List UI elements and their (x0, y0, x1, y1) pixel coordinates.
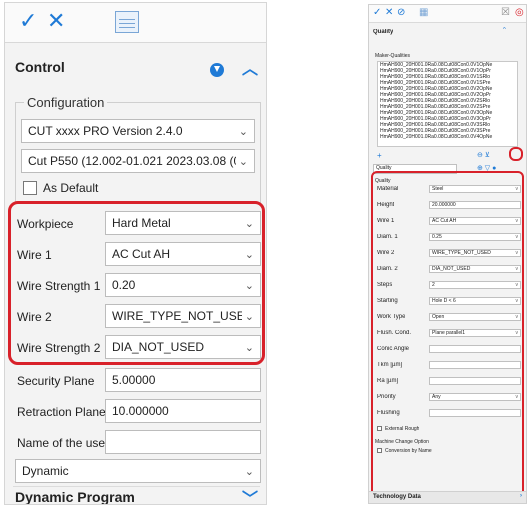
material-label: Material (377, 186, 399, 192)
right-toolbar: ✓ ✕ ⊘ ▦ ☒ ◎ (369, 5, 526, 23)
starting-label: Starting (377, 298, 398, 304)
control-title: Control (15, 59, 65, 75)
control-panel: ✓ ✕ Control ︿ Configuration CUT xxxx PRO… (4, 2, 267, 505)
check-circle-icon[interactable]: ⊘ (397, 7, 405, 18)
quality-title: Quality (373, 29, 394, 35)
grid-icon[interactable]: ▦ (419, 7, 428, 18)
chevron-down-icon: ⌄ (238, 154, 248, 168)
wire2-select[interactable]: WIRE_TYPE_NOT_USED ⌄ (105, 304, 261, 328)
work-type-select[interactable]: Open (429, 313, 521, 321)
configuration-legend: Configuration (27, 95, 105, 110)
external-rough-label: External Rough (385, 426, 420, 432)
conic-angle-label: Conic Angle (377, 346, 410, 352)
highlight-circle (509, 147, 523, 161)
wire-strength2-select[interactable]: DIA_NOT_USED ⌄ (105, 335, 261, 359)
diam2-select[interactable]: DIA_NOT_USED (429, 265, 521, 273)
diam1-select[interactable]: 0.25 (429, 233, 521, 241)
quality-group-legend: Quality (375, 178, 391, 184)
tkm-label: Tkm [µm] (377, 362, 403, 368)
conversion-label: Conversion by Name (385, 448, 432, 454)
workpiece-label: Workpiece (17, 217, 74, 231)
ra-label: Ra [µm] (377, 378, 399, 384)
chevron-down-icon: ⌄ (244, 247, 254, 261)
wire-strength2-label: Wire Strength 2 (17, 341, 101, 355)
list-item[interactable]: HmAH900_20H001.0Ra0.08Cut08Con0.0V4OpNe (378, 134, 517, 140)
add-icon[interactable]: + (377, 151, 382, 160)
grid-icon[interactable] (115, 11, 139, 33)
download-circle-icon[interactable] (209, 63, 224, 78)
left-toolbar: ✓ ✕ (5, 3, 266, 43)
quality-panel: ✓ ✕ ⊘ ▦ ☒ ◎ Quality ^ Maker-Qualities Hm… (368, 4, 527, 504)
flush-cond-select[interactable]: Plane parallel1 (429, 329, 521, 337)
machine-change-legend: Machine Change Option (375, 439, 429, 445)
conversion-checkbox[interactable] (377, 448, 382, 453)
chevron-down-icon[interactable]: ﹀ (242, 485, 258, 504)
chevron-up-icon[interactable]: ^ (503, 27, 506, 33)
wire2-label: Wire 2 (17, 310, 52, 324)
security-plane-input[interactable]: 5.00000 (105, 368, 261, 392)
priority-select[interactable]: Any (429, 393, 521, 401)
diam1-label: Diam. 1 (377, 234, 398, 240)
wire-strength1-select[interactable]: 0.20 ⌄ (105, 273, 261, 297)
wire1-label: Wire 1 (377, 218, 395, 224)
retraction-plane-label: Retraction Plane (17, 405, 106, 419)
close-icon[interactable]: ☒ (501, 7, 510, 18)
chevron-down-icon: ⌄ (244, 309, 254, 323)
security-plane-label: Security Plane (17, 374, 95, 388)
steps-label: Steps (377, 282, 393, 288)
quality-search-input[interactable]: Quality (373, 164, 457, 174)
maker-qualities-list[interactable]: HmAH900_20H001.0Ra0.08Cut08Con0.0V1OpNe … (377, 61, 518, 147)
filter-icon[interactable]: ⊕ ▽ ● (477, 164, 496, 172)
flush-cond-label: Flush. Cond. (377, 330, 412, 336)
ra-input[interactable] (429, 377, 521, 385)
check-icon[interactable]: ✓ (373, 7, 381, 18)
dynamic-program-title: Dynamic Program (15, 489, 135, 505)
chevron-down-icon: ⌄ (244, 278, 254, 292)
chevron-down-icon: ⌄ (244, 216, 254, 230)
material-select[interactable]: Steel (429, 185, 521, 193)
wire2-select[interactable]: WIRE_TYPE_NOT_USED (429, 249, 521, 257)
chevron-down-icon: ⌄ (244, 340, 254, 354)
tkm-input[interactable] (429, 361, 521, 369)
technology-data-header[interactable]: Technology Data › (369, 491, 526, 503)
workpiece-select[interactable]: Hard Metal ⌄ (105, 211, 261, 235)
wire-strength1-label: Wire Strength 1 (17, 279, 101, 293)
height-input[interactable]: 20.000000 (429, 201, 521, 209)
machine-select[interactable]: Cut P550 (12.002-01.021 2023.03.08 (03.0… (21, 149, 255, 173)
technology-data-title: Technology Data (373, 494, 421, 500)
as-default-checkbox[interactable] (23, 181, 37, 195)
chevron-down-icon: ⌄ (238, 124, 248, 138)
chevron-up-icon[interactable]: ︿ (242, 59, 258, 78)
dynamic-select[interactable]: Dynamic ⌄ (15, 459, 261, 483)
dynamic-program-header[interactable]: Dynamic Program ﹀ (5, 485, 266, 505)
wire2-label: Wire 2 (377, 250, 395, 256)
control-section-header[interactable]: Control ︿ (5, 51, 266, 83)
close-icon[interactable]: ✕ (385, 7, 393, 18)
steps-select[interactable]: 2 (429, 281, 521, 289)
check-icon[interactable]: ✓ (19, 9, 37, 34)
work-type-label: Work Type (377, 314, 406, 320)
chevron-right-icon[interactable]: › (520, 493, 522, 499)
height-label: Height (377, 202, 395, 208)
help-icon[interactable]: ◎ (515, 7, 524, 18)
chevron-down-icon: ⌄ (244, 464, 254, 478)
as-default-label: As Default (43, 181, 99, 195)
name-used-label: Name of the used (17, 436, 112, 450)
name-used-input[interactable] (105, 430, 261, 454)
version-select[interactable]: CUT xxxx PRO Version 2.4.0 ⌄ (21, 119, 255, 143)
external-rough-checkbox[interactable] (377, 426, 382, 431)
conic-angle-input[interactable] (429, 345, 521, 353)
maker-qualities-legend: Maker-Qualities (375, 53, 411, 59)
priority-label: Priority (377, 394, 396, 400)
wire1-select[interactable]: AC Cut AH ⌄ (105, 242, 261, 266)
close-icon[interactable]: ✕ (47, 9, 65, 34)
diam2-label: Diam. 2 (377, 266, 398, 272)
wire1-select[interactable]: AC Cut AH (429, 217, 521, 225)
wire1-label: Wire 1 (17, 248, 52, 262)
edit-icon[interactable]: ⊖ ⊻ (477, 151, 490, 159)
starting-select[interactable]: Hole D < 6 (429, 297, 521, 305)
flushing-label: Flushing (377, 410, 400, 416)
flushing-input[interactable] (429, 409, 521, 417)
retraction-plane-input[interactable]: 10.000000 (105, 399, 261, 423)
